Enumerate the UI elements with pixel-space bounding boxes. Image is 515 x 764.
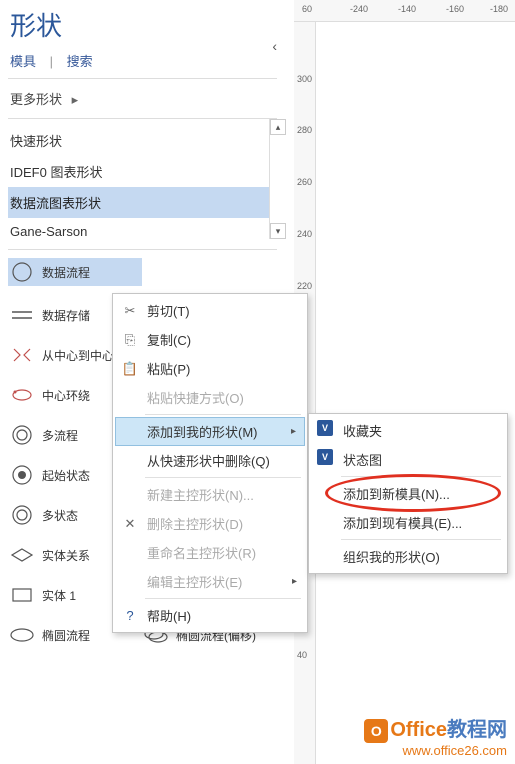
submenu: V收藏夹 V状态图 添加到新模具(N)... 添加到现有模具(E)... 组织我… — [308, 413, 508, 574]
visio-icon: V — [317, 449, 333, 465]
stencil-item[interactable]: IDEF0 图表形状 — [8, 156, 277, 187]
menu-cut[interactable]: ✂剪切(T) — [115, 296, 305, 325]
tab-search[interactable]: 搜索 — [67, 54, 93, 69]
diamond-icon — [8, 544, 36, 566]
tab-separator: | — [50, 54, 53, 69]
menu-remove-from-quick[interactable]: 从快速形状中删除(Q) — [115, 446, 305, 475]
horizontal-ruler: 60 -240 -140 -160 -180 — [294, 0, 515, 22]
menu-separator — [341, 539, 501, 540]
ellipse-icon — [8, 624, 36, 646]
double-circle-icon — [8, 504, 36, 526]
menu-separator — [145, 598, 301, 599]
center-icon — [8, 344, 36, 366]
submenu-organize-shapes[interactable]: 组织我的形状(O) — [311, 542, 505, 571]
tab-stencils[interactable]: 模具 — [10, 54, 36, 69]
menu-new-master: 新建主控形状(N)... — [115, 480, 305, 509]
help-icon: ? — [121, 607, 139, 625]
context-menu: ✂剪切(T) ⎘复制(C) 📋粘贴(P) 粘贴快捷方式(O) 添加到我的形状(M… — [112, 293, 308, 633]
logo-icon: O — [364, 719, 388, 743]
stencil-item-selected[interactable]: 数据流图表形状 — [8, 187, 277, 218]
watermark: OOffice教程网 www.office26.com — [364, 713, 507, 758]
scroll-down-button[interactable]: ▾ — [270, 223, 286, 239]
scissors-icon: ✂ — [121, 302, 139, 320]
loop-icon — [8, 384, 36, 406]
stencil-list: 快速形状 IDEF0 图表形状 数据流图表形状 Gane-Sarson ▴ ▾ — [0, 119, 285, 245]
menu-copy[interactable]: ⎘复制(C) — [115, 325, 305, 354]
menu-rename-master: 重命名主控形状(R) — [115, 538, 305, 567]
scroll-up-button[interactable]: ▴ — [270, 119, 286, 135]
x-icon: ✕ — [121, 515, 139, 533]
collapse-toggle[interactable]: ‹ — [272, 38, 277, 54]
shape-item-selected[interactable]: 数据流程 — [8, 258, 142, 286]
double-circle-icon — [8, 424, 36, 446]
more-shapes-button[interactable]: 更多形状 ▸ — [0, 79, 285, 118]
menu-add-to-my-shapes[interactable]: 添加到我的形状(M)▸ — [115, 417, 305, 446]
doubleline-icon — [8, 304, 36, 326]
paste-icon: 📋 — [121, 360, 139, 378]
menu-separator — [145, 414, 301, 415]
rect-icon — [8, 584, 36, 606]
filled-circle-icon — [8, 464, 36, 486]
stencil-item[interactable]: 快速形状 — [8, 125, 277, 156]
submenu-add-to-existing-stencil[interactable]: 添加到现有模具(E)... — [311, 508, 505, 537]
submenu-favorites[interactable]: V收藏夹 — [311, 416, 505, 445]
stencil-scrollbar[interactable]: ▴ ▾ — [269, 119, 285, 239]
menu-edit-master: 编辑主控形状(E)▸ — [115, 567, 305, 596]
menu-paste[interactable]: 📋粘贴(P) — [115, 354, 305, 383]
menu-paste-shortcut: 粘贴快捷方式(O) — [115, 383, 305, 412]
chevron-right-icon: ▸ — [291, 426, 296, 437]
stencil-item[interactable]: Gane-Sarson — [8, 218, 277, 245]
circle-icon — [8, 261, 36, 283]
menu-delete-master: ✕删除主控形状(D) — [115, 509, 305, 538]
visio-icon: V — [317, 420, 333, 436]
submenu-state-diagram[interactable]: V状态图 — [311, 445, 505, 474]
menu-separator — [341, 476, 501, 477]
submenu-add-to-new-stencil[interactable]: 添加到新模具(N)... — [311, 479, 505, 508]
copy-icon: ⎘ — [121, 331, 139, 349]
panel-title: 形状 — [0, 0, 285, 49]
menu-separator — [145, 477, 301, 478]
menu-help[interactable]: ?帮助(H) — [115, 601, 305, 630]
chevron-right-icon: ▸ — [292, 576, 297, 587]
chevron-right-icon: ▸ — [72, 92, 79, 107]
